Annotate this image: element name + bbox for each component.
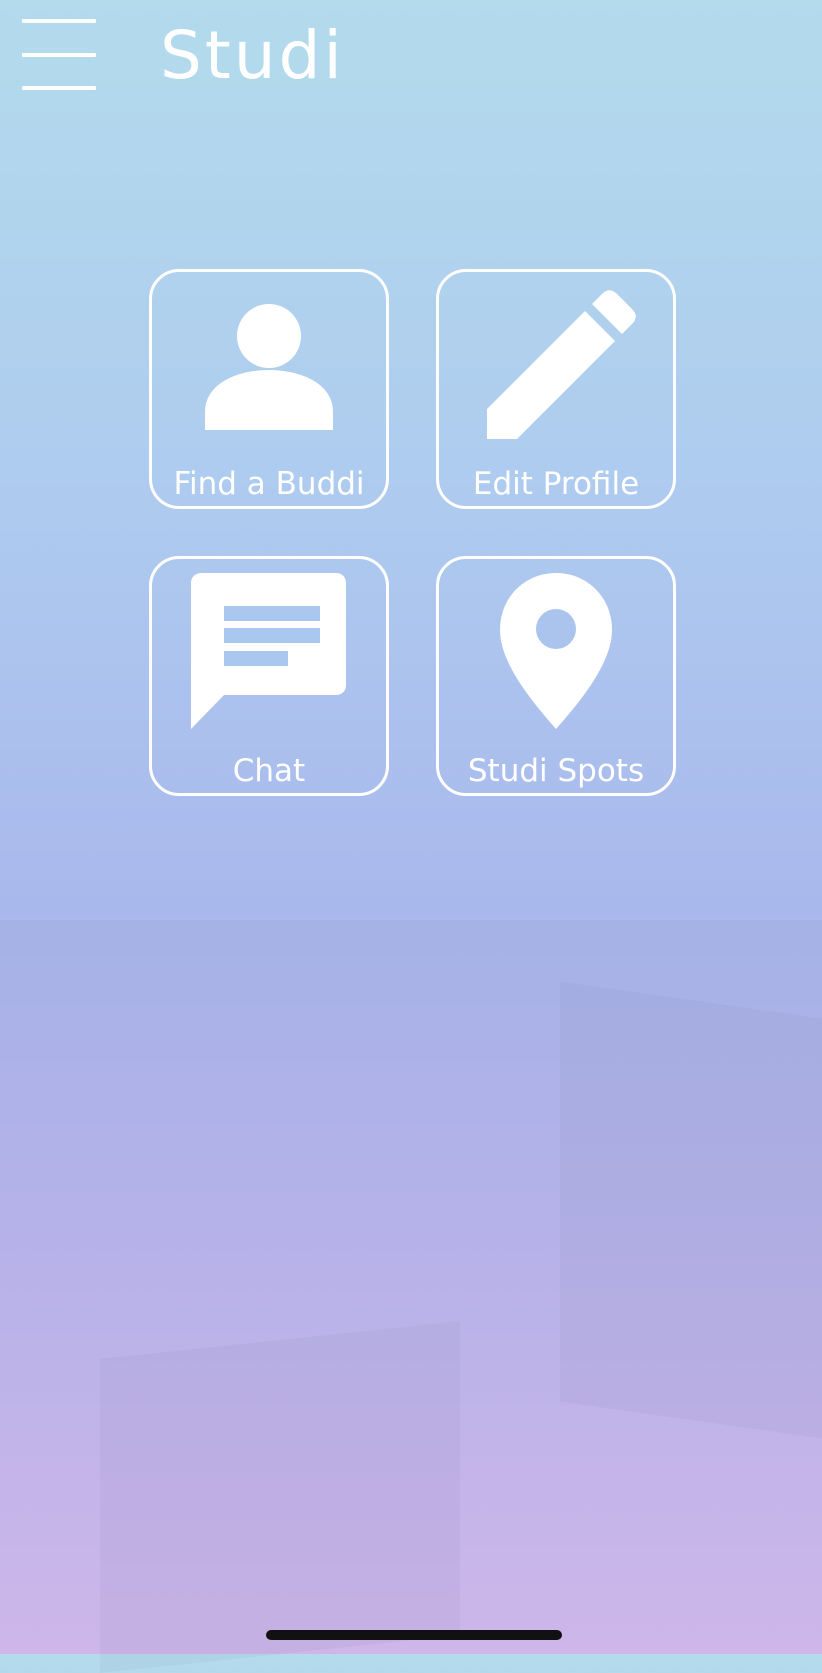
tile-label: Find a Buddi — [173, 466, 365, 502]
studi-spots-button[interactable]: Studi Spots — [436, 556, 676, 796]
tile-label: Chat — [232, 753, 306, 789]
chat-bubble-icon — [191, 573, 346, 729]
chat-button[interactable]: Chat — [149, 556, 389, 796]
background-shape — [100, 1321, 460, 1673]
background-shape — [560, 981, 822, 1439]
location-pin-icon — [500, 573, 612, 729]
home-indicator — [266, 1630, 562, 1640]
pencil-icon — [487, 290, 636, 439]
top-bar: Studi — [0, 0, 822, 110]
hamburger-menu-icon[interactable] — [22, 19, 96, 91]
person-icon — [205, 304, 333, 430]
tile-label: Studi Spots — [467, 753, 645, 789]
find-a-buddi-button[interactable]: Find a Buddi — [149, 269, 389, 509]
app-title: Studi — [160, 17, 345, 94]
tile-label: Edit Profile — [472, 466, 640, 502]
edit-profile-button[interactable]: Edit Profile — [436, 269, 676, 509]
